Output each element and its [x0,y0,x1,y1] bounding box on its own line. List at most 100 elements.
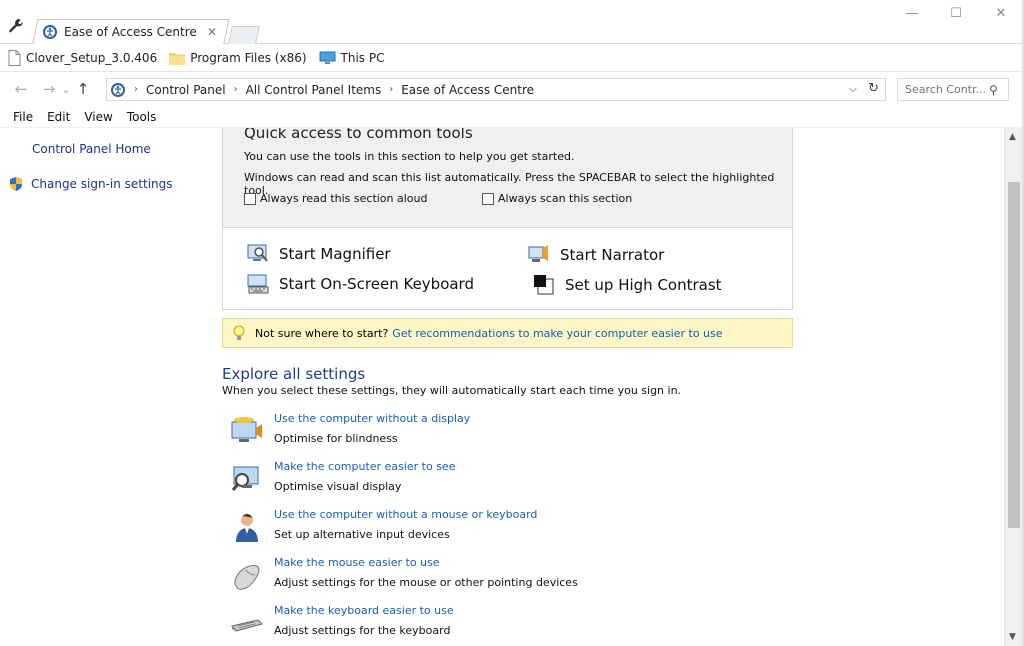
high-contrast-icon [534,275,554,295]
checkbox-label[interactable]: Always scan this section [498,192,632,205]
setting-description: Adjust settings for the mouse or other p… [274,576,578,589]
setting-without-mouse-keyboard[interactable]: Use the computer without a mouse or keyb… [230,508,730,550]
breadcrumb-ease-of-access[interactable]: Ease of Access Centre [401,83,534,97]
quick-access-title: Quick access to common tools [244,128,473,142]
scrollbar-thumb[interactable] [1008,182,1020,528]
start-magnifier-button[interactable]: Start Magnifier [247,244,391,264]
back-arrow-icon[interactable]: ← [10,78,32,100]
quick-access-description: You can use the tools in this section to… [244,150,575,163]
signin-label: Change sign-in settings [31,177,173,191]
monitor-speaker-icon [231,417,262,442]
navigation-bar: ← → ⌄ ↑ › Control Panel › All Control Pa… [0,72,1024,106]
tool-label: Set up High Contrast [565,276,722,294]
setting-link[interactable]: Make the computer easier to see [274,460,455,473]
title-bar: Ease of Access Centre ✕ — ☐ ✕ [0,0,1024,45]
checkbox-label[interactable]: Always read this section aloud [260,192,428,205]
explore-settings-title: Explore all settings [222,365,366,383]
lightbulb-icon [233,325,245,340]
setting-description: Adjust settings for the keyboard [274,624,451,637]
ease-of-access-icon [111,82,125,97]
scroll-down-icon[interactable]: ▼ [1009,632,1016,642]
menu-view[interactable]: View [77,110,119,124]
main-content: Quick access to common tools You can use… [222,128,1002,646]
address-bar[interactable]: › Control Panel › All Control Panel Item… [106,78,886,101]
high-contrast-button[interactable]: Set up High Contrast [533,274,722,296]
magnifier-icon [247,244,268,262]
recommendation-banner: Not sure where to start? Get recommendat… [222,318,793,348]
shield-icon [10,177,22,191]
tool-label: Start Magnifier [279,245,391,263]
minimize-button[interactable]: — [901,6,923,24]
change-signin-link[interactable]: Change sign-in settings [8,176,173,192]
favorite-this-pc[interactable]: This PC [319,50,385,65]
recommendations-link[interactable]: Get recommendations to make your compute… [392,327,722,340]
menu-tools[interactable]: Tools [120,110,164,124]
forward-arrow-icon[interactable]: → [38,78,60,100]
search-box[interactable]: ⚲ [897,78,1009,101]
setting-easier-to-see[interactable]: Make the computer easier to see Optimise… [230,460,730,502]
ease-of-access-icon [43,25,57,39]
person-icon [236,513,258,542]
mouse-icon [234,565,260,590]
monitor-magnifier-icon [231,466,259,491]
breadcrumb-all-items[interactable]: All Control Panel Items [246,83,382,97]
close-window-button[interactable]: ✕ [990,6,1012,24]
favorite-label: Clover_Setup_3.0.406 [26,50,158,65]
control-panel-home-link[interactable]: Control Panel Home [32,142,151,156]
setting-description: Optimise visual display [274,480,402,493]
breadcrumb-separator[interactable]: › [234,84,238,95]
tool-label: Start On-Screen Keyboard [279,275,474,293]
favorite-program-files[interactable]: Program Files (x86) [169,51,307,65]
maximize-button[interactable]: ☐ [945,6,967,24]
read-aloud-checkbox[interactable]: Always read this section aloud [244,192,428,205]
explore-settings-subtitle: When you select these settings, they wil… [222,384,682,397]
tab-ease-of-access[interactable]: Ease of Access Centre ✕ [40,19,224,45]
start-narrator-button[interactable]: Start Narrator [528,244,664,266]
favorites-bar: Clover_Setup_3.0.406 Program Files (x86)… [0,44,1024,72]
narrator-icon [528,245,548,262]
file-icon [8,49,21,66]
setting-keyboard-easier[interactable]: Make the keyboard easier to use Adjust s… [230,604,730,646]
tab-close-icon[interactable]: ✕ [204,25,220,39]
checkbox-box[interactable] [244,192,256,205]
tip-text: Not sure where to start? [255,326,389,340]
menu-edit[interactable]: Edit [40,110,77,124]
breadcrumb-separator[interactable]: › [134,84,138,95]
setting-description: Optimise for blindness [274,432,398,445]
start-onscreen-keyboard-button[interactable]: Start On-Screen Keyboard [247,274,474,294]
address-dropdown-icon[interactable]: ⌵ [849,82,857,96]
scan-section-checkbox[interactable]: Always scan this section [482,192,632,205]
menu-bar: File Edit View Tools [0,106,1024,128]
menu-file[interactable]: File [6,110,40,124]
vertical-scrollbar[interactable]: ▲ ▼ [1004,128,1022,646]
recent-locations-icon[interactable]: ⌄ [60,78,72,100]
quick-access-header: Quick access to common tools You can use… [223,128,792,228]
onscreen-keyboard-icon [247,274,269,294]
setting-description: Set up alternative input devices [274,528,450,541]
computer-icon [319,51,336,64]
favorite-clover-setup[interactable]: Clover_Setup_3.0.406 [8,49,158,66]
refresh-icon[interactable]: ↻ [868,81,879,96]
new-tab-button[interactable] [228,26,260,44]
setting-link[interactable]: Make the keyboard easier to use [274,604,454,617]
setting-without-display[interactable]: Use the computer without a display Optim… [230,412,730,454]
checkbox-box[interactable] [482,192,494,205]
search-input[interactable] [905,83,987,96]
folder-icon [169,52,186,65]
wrench-icon[interactable] [8,18,24,34]
keyboard-icon [231,619,263,632]
setting-link[interactable]: Make the mouse easier to use [274,556,440,569]
setting-link[interactable]: Use the computer without a mouse or keyb… [274,508,537,521]
breadcrumb-separator[interactable]: › [389,84,393,95]
favorite-label: This PC [340,50,385,65]
scroll-up-icon[interactable]: ▲ [1009,132,1016,142]
tool-label: Start Narrator [560,246,665,264]
left-panel: Control Panel Home Change sign-in settin… [0,128,220,646]
quick-access-panel: Quick access to common tools You can use… [222,128,793,310]
setting-link[interactable]: Use the computer without a display [274,412,470,425]
up-arrow-icon[interactable]: ↑ [72,78,94,100]
breadcrumb-control-panel[interactable]: Control Panel [146,83,226,97]
tab-title: Ease of Access Centre [64,25,197,39]
setting-mouse-easier[interactable]: Make the mouse easier to use Adjust sett… [230,556,730,598]
search-icon[interactable]: ⚲ [989,83,998,97]
